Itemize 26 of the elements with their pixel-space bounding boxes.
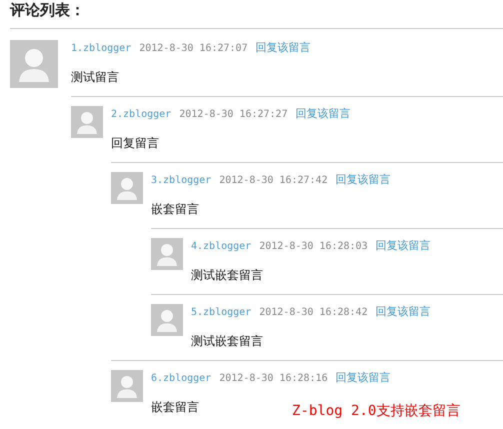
- reply-link[interactable]: 回复该留言: [296, 106, 351, 122]
- reply-link[interactable]: 回复该留言: [256, 40, 311, 56]
- comment-time: 2012-8-30 16:27:07: [139, 42, 248, 56]
- reply-link[interactable]: 回复该留言: [336, 370, 391, 386]
- comment-time: 2012-8-30 16:27:42: [219, 174, 328, 188]
- reply-link[interactable]: 回复该留言: [376, 304, 431, 320]
- reply-link[interactable]: 回复该留言: [336, 172, 391, 188]
- comment-author: 2.zblogger: [111, 108, 172, 122]
- annotation-text: Z-blog 2.0支持嵌套留言: [292, 402, 460, 420]
- comment-time: 2012-8-30 16:27:27: [179, 108, 288, 122]
- comment-author: 3.zblogger: [151, 174, 212, 188]
- comment-text: 测试留言: [71, 69, 119, 86]
- section-heading: 评论列表：: [10, 1, 85, 19]
- comment-author: 1.zblogger: [71, 42, 132, 56]
- reply-link[interactable]: 回复该留言: [376, 238, 431, 254]
- comment-text: 测试嵌套留言: [191, 267, 263, 284]
- comment-text: 测试嵌套留言: [191, 333, 263, 350]
- comment-time: 2012-8-30 16:28:03: [259, 240, 368, 254]
- comment-time: 2012-8-30 16:28:16: [219, 372, 328, 386]
- comment-time: 2012-8-30 16:28:42: [259, 306, 368, 320]
- comment-text: 嵌套留言: [151, 399, 199, 416]
- comment-text: 回复留言: [111, 135, 159, 152]
- comment-author: 5.zblogger: [191, 306, 252, 320]
- comment-author: 6.zblogger: [151, 372, 212, 386]
- comment-author: 4.zblogger: [191, 240, 252, 254]
- comment-text: 嵌套留言: [151, 201, 199, 218]
